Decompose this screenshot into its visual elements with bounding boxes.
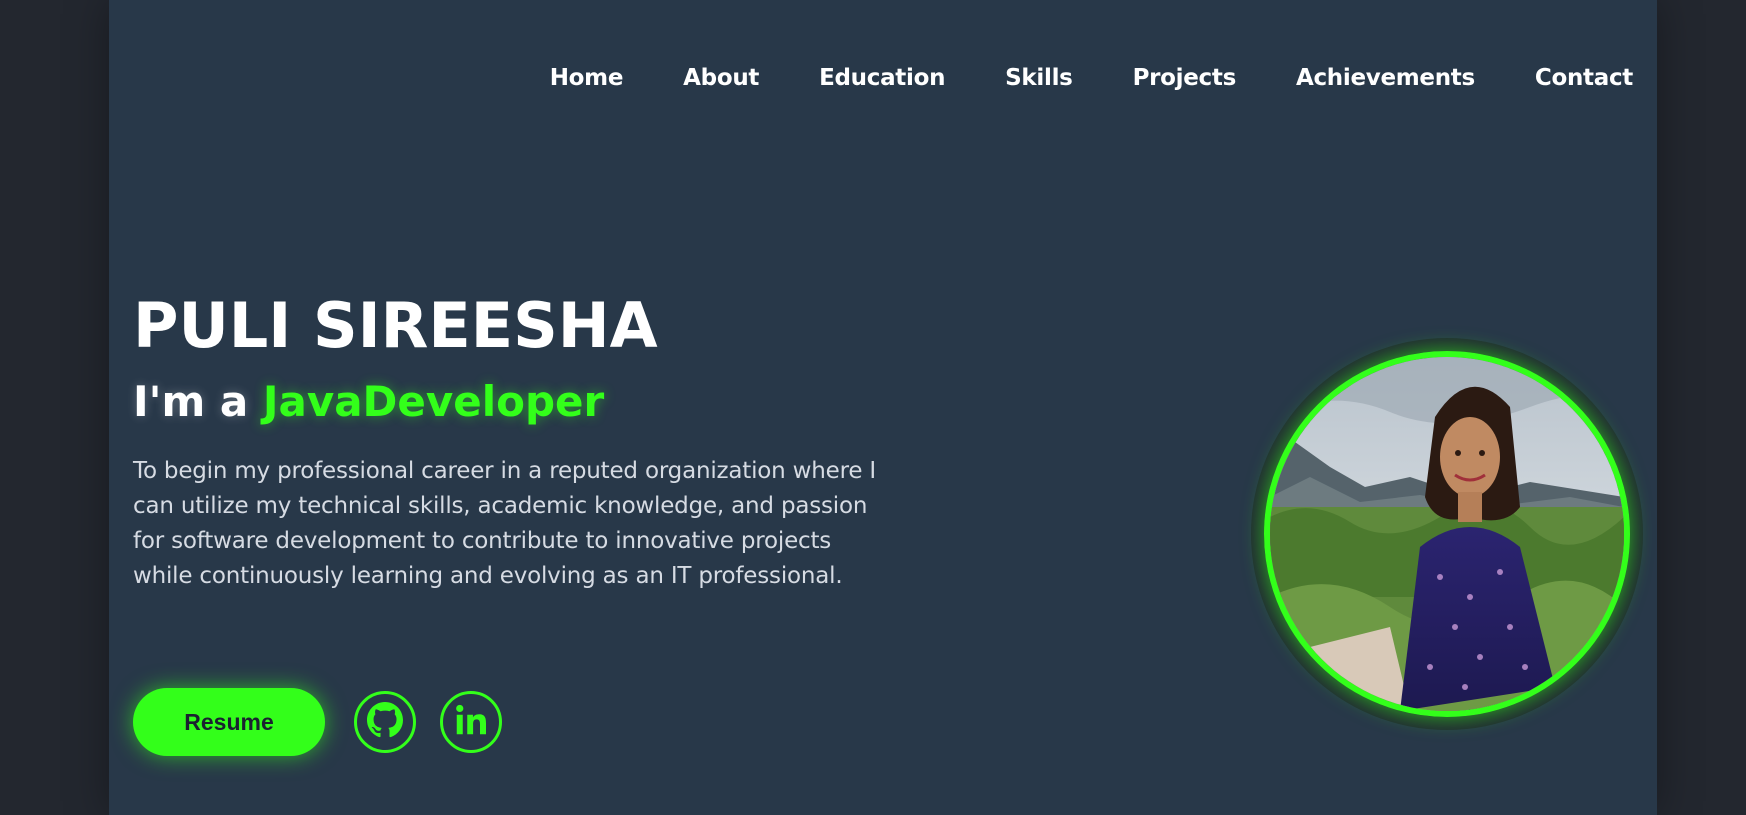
- nav-education[interactable]: Education: [819, 60, 945, 96]
- hero-section: PULI SIREESHA I'm a JavaDeveloper To beg…: [133, 290, 913, 594]
- hero-role: I'm a JavaDeveloper: [133, 376, 913, 428]
- linkedin-link[interactable]: [440, 691, 502, 753]
- nav-projects[interactable]: Projects: [1133, 60, 1237, 96]
- portfolio-page: Home About Education Skills Projects Ach…: [109, 0, 1657, 815]
- role-prefix: I'm a: [133, 377, 263, 426]
- linkedin-icon: [453, 702, 489, 742]
- nav-achievements[interactable]: Achievements: [1296, 60, 1475, 96]
- profile-photo-frame: [1251, 338, 1643, 730]
- github-link[interactable]: [354, 691, 416, 753]
- role-highlight: JavaDeveloper: [262, 377, 605, 426]
- nav-skills[interactable]: Skills: [1005, 60, 1073, 96]
- main-nav: Home About Education Skills Projects Ach…: [490, 60, 1634, 96]
- resume-button[interactable]: Resume: [133, 688, 325, 756]
- profile-photo: [1264, 351, 1630, 717]
- nav-contact[interactable]: Contact: [1535, 60, 1633, 96]
- nav-about[interactable]: About: [683, 60, 759, 96]
- nav-home[interactable]: Home: [550, 60, 624, 96]
- hero-actions: Resume: [133, 688, 502, 756]
- hero-name: PULI SIREESHA: [133, 289, 658, 362]
- profile-photo-image: [1270, 357, 1624, 711]
- hero-bio: To begin my professional career in a rep…: [133, 458, 877, 589]
- github-icon: [367, 702, 403, 742]
